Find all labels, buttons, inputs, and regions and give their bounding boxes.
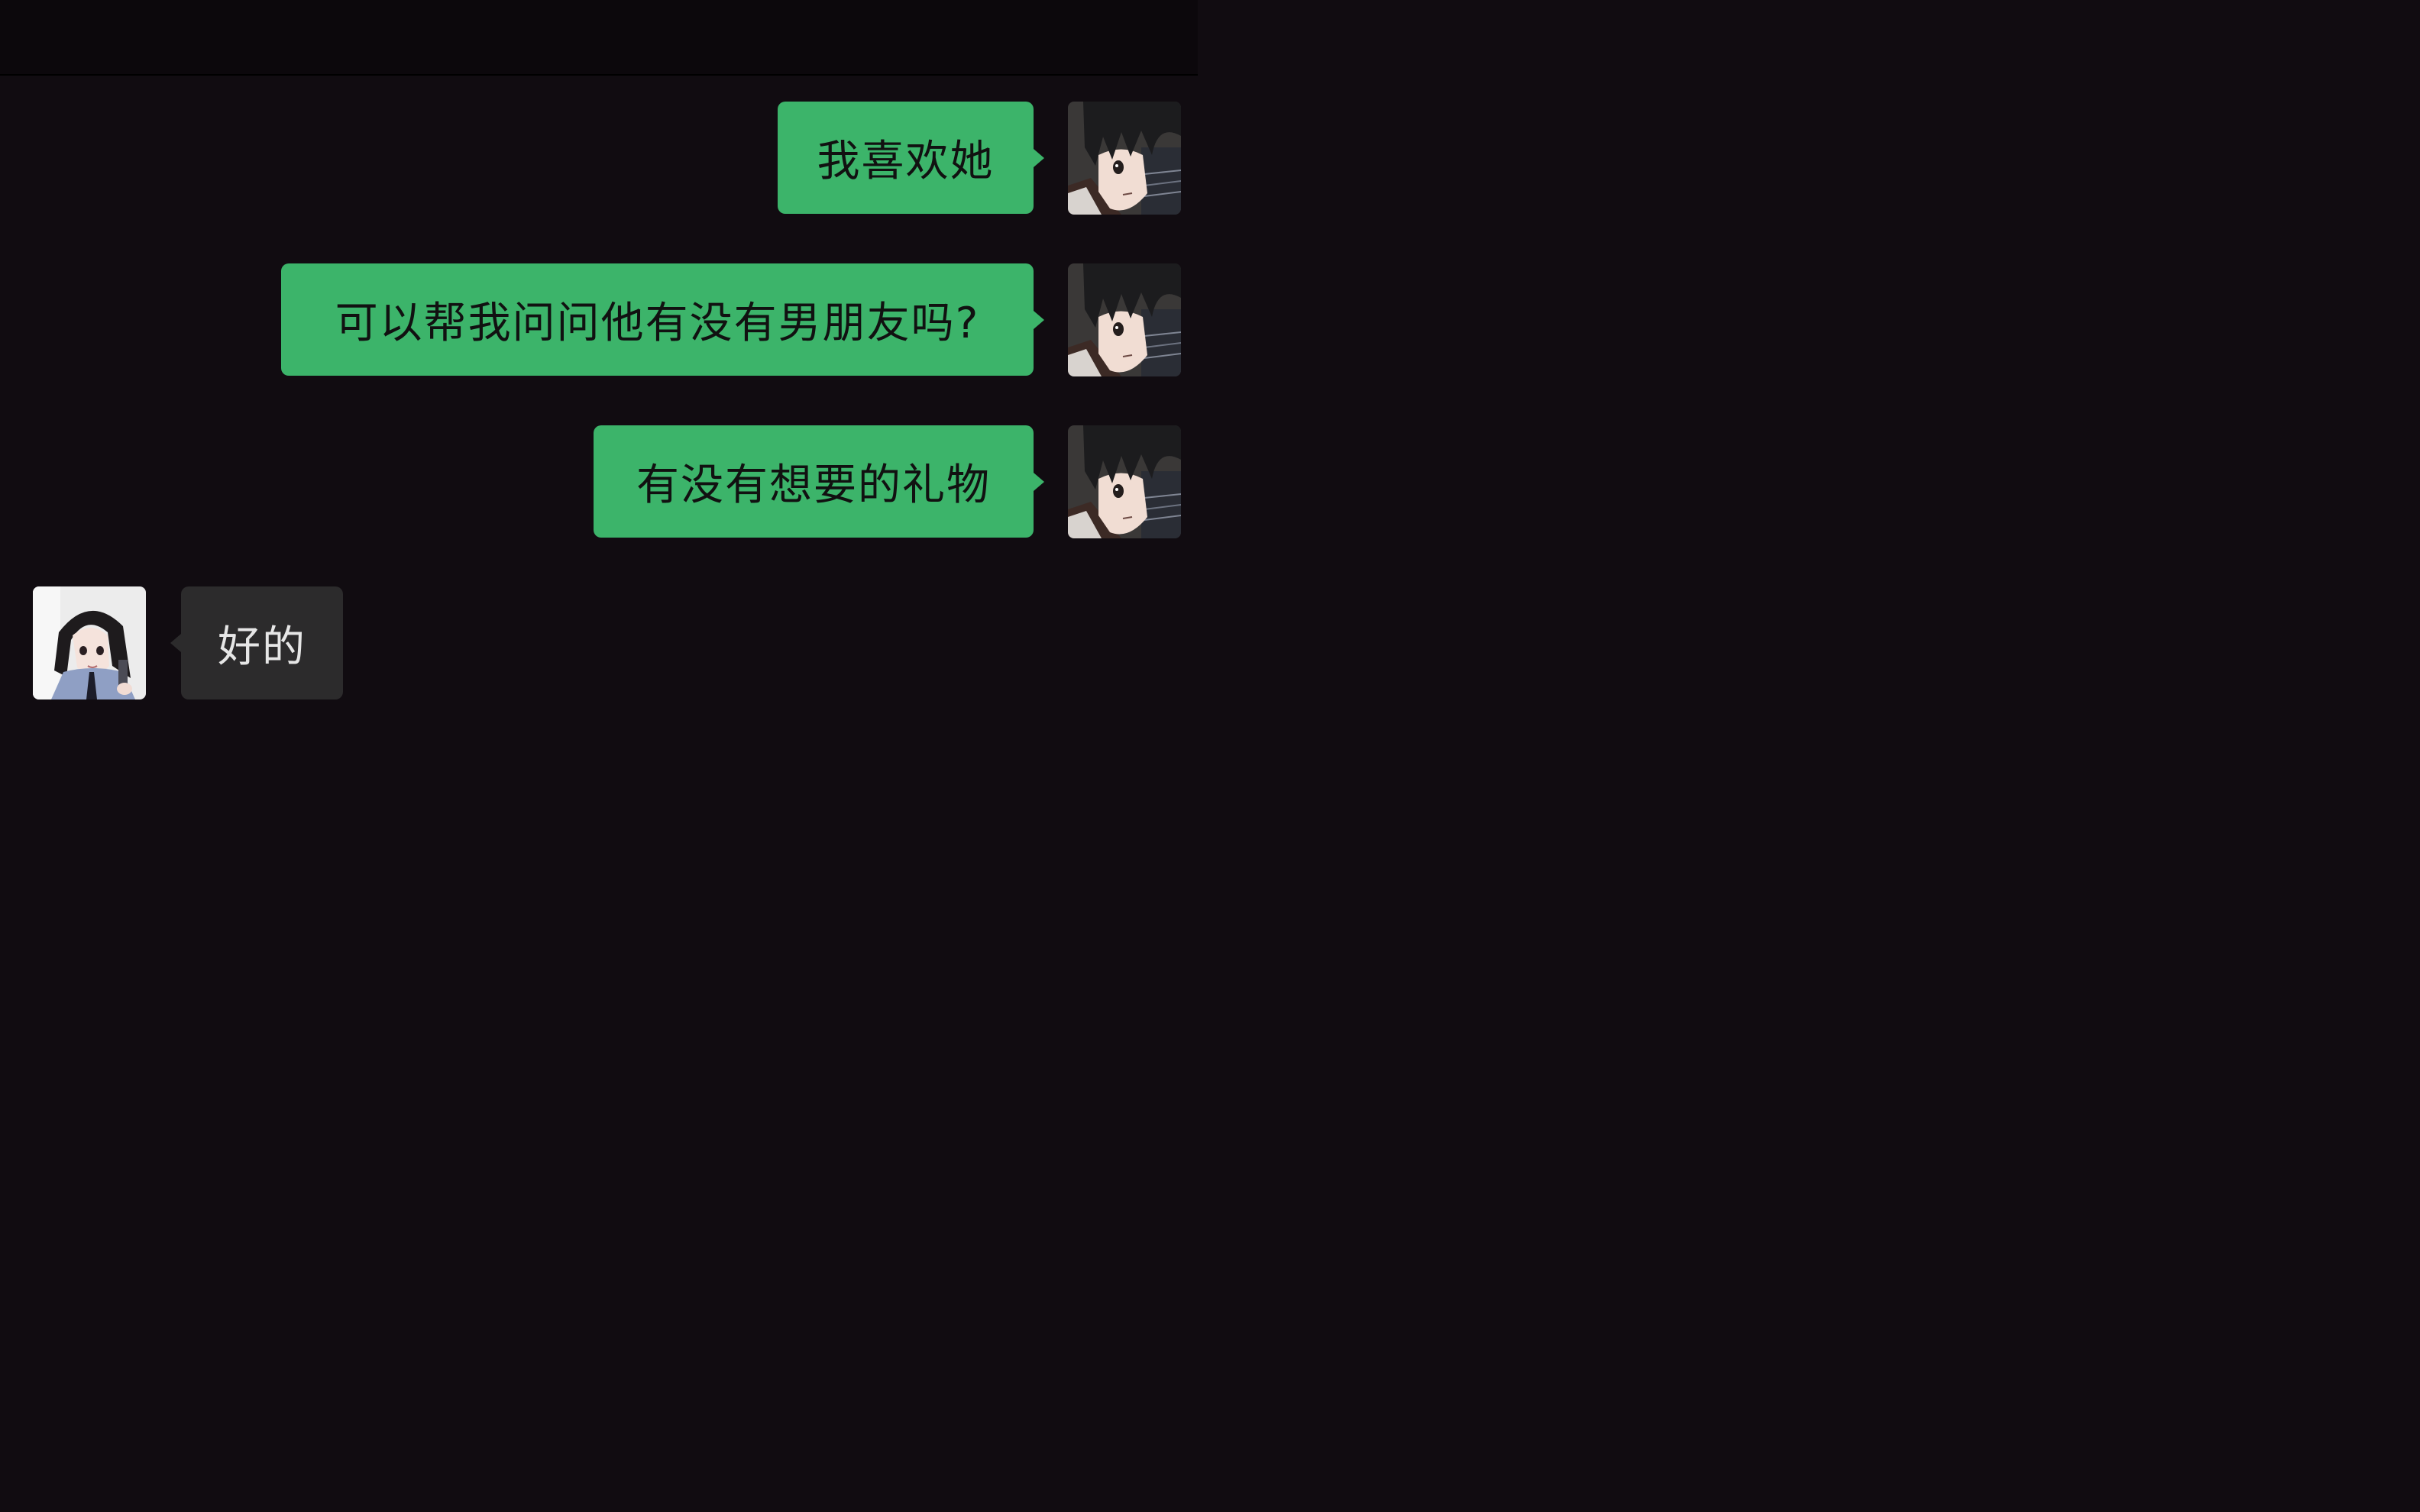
bubble-tail — [1034, 473, 1044, 491]
bubble-tail — [1034, 311, 1044, 329]
outgoing-message-bubble[interactable]: 有没有想要的礼物 — [594, 425, 1034, 538]
user-avatar-anime-boy-icon[interactable] — [1068, 425, 1181, 538]
message-text: 我喜欢她 — [817, 137, 995, 186]
bubble-tail — [1034, 149, 1044, 167]
user-avatar-anime-boy-icon[interactable] — [1068, 263, 1181, 376]
top-bar — [0, 0, 1198, 75]
message-text: 有没有想要的礼物 — [636, 460, 991, 510]
contact-avatar-anime-girl-icon[interactable] — [33, 586, 146, 699]
chat-screen: 我喜欢她 可以帮我问问他有没有男朋友吗? 有没有想要的礼物 好的 — [0, 0, 1198, 748]
top-divider — [0, 74, 1198, 76]
message-text: 可以帮我问问他有没有男朋友吗? — [335, 299, 980, 348]
user-avatar-anime-boy-icon[interactable] — [1068, 102, 1181, 215]
message-text: 好的 — [218, 622, 306, 672]
outgoing-message-bubble[interactable]: 我喜欢她 — [778, 102, 1034, 214]
incoming-message-bubble[interactable]: 好的 — [181, 586, 343, 699]
bubble-tail — [170, 634, 181, 652]
outgoing-message-bubble[interactable]: 可以帮我问问他有没有男朋友吗? — [281, 263, 1034, 376]
